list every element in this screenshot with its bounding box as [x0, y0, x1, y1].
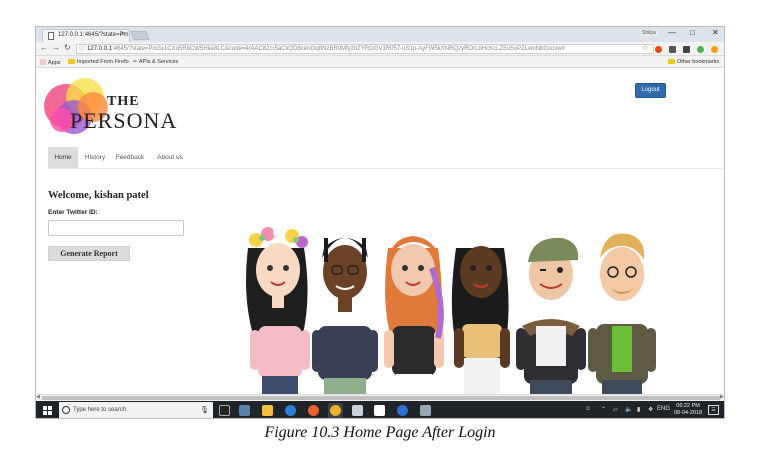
bookmarks-bar: Apps Imported From Firefo •• APIs & Servi… [36, 56, 724, 68]
nav-divider [48, 168, 724, 169]
action-center-icon[interactable]: ☰ [708, 405, 719, 415]
url-path: :4645/?state=Pm3x1CXu5RbCW5Hke8LC&code=4… [112, 46, 565, 52]
opera-extension-icon[interactable] [655, 46, 662, 53]
avatar-3 [384, 236, 444, 394]
welcome-heading: Welcome, kishan patel [48, 190, 149, 201]
tray-chevron-up-icon[interactable]: ⌃ [601, 406, 606, 413]
browser-tab[interactable]: 127.0.0.1:4645/?state=Pm × [42, 29, 130, 42]
green-extension-icon[interactable] [697, 46, 704, 53]
browser-tab-title: 127.0.0.1:4645/?state=Pm [58, 32, 129, 38]
scroll-left-arrow-icon[interactable]: ◀ [36, 394, 40, 400]
store-icon[interactable] [262, 405, 273, 416]
tray-battery-icon[interactable]: ▮ [637, 406, 640, 413]
avatar-5 [516, 237, 586, 394]
explorer-icon[interactable] [239, 405, 250, 416]
windows-start-icon[interactable] [43, 406, 52, 415]
reload-icon[interactable]: ↻ [64, 43, 71, 52]
bookmark-apis[interactable]: •• APIs & Services [133, 59, 178, 65]
screenshot-frame: 127.0.0.1:4645/?state=Pm × Shilpa — □ ✕ … [35, 26, 725, 419]
microphone-icon[interactable]: 🎙 [200, 402, 209, 418]
persona-logo[interactable]: THE PERSONA [42, 78, 176, 136]
scroll-thumb[interactable] [42, 396, 720, 400]
notepad-icon[interactable] [374, 405, 385, 416]
taskbar-clock[interactable]: 06:22 PM 08-04-2018 [674, 403, 702, 417]
generate-report-button[interactable]: Generate Report [48, 246, 130, 261]
tray-people-icon[interactable]: ☺ [585, 406, 591, 412]
windows-taskbar: Type here to search 🎙 ☺ ⌃ ▱ 🔈 ▮ ❖ ENG 06… [36, 401, 724, 418]
avatar-4 [451, 246, 510, 394]
logout-button[interactable]: Logout [635, 83, 666, 98]
page-icon [48, 32, 54, 40]
nav-home[interactable]: Home [48, 147, 78, 168]
back-arrow-icon[interactable]: ← [40, 43, 48, 52]
api-icon: •• [133, 59, 137, 65]
tray-language[interactable]: ENG [657, 406, 670, 412]
new-tab-button[interactable] [130, 31, 150, 40]
shield-extension-icon[interactable] [669, 46, 676, 53]
task-view-icon[interactable] [219, 405, 230, 416]
browser-tab-strip: 127.0.0.1:4645/?state=Pm × Shilpa — □ ✕ [36, 27, 724, 42]
logo-persona-text: PERSONA [70, 108, 178, 133]
blue-app-icon[interactable] [397, 405, 408, 416]
clock-time: 06:22 PM [676, 403, 700, 409]
edge-icon[interactable] [285, 405, 296, 416]
avatar-6 [588, 233, 656, 394]
apps-grid-icon [40, 59, 46, 65]
bookmark-imported[interactable]: Imported From Firefo [68, 59, 129, 65]
bookmark-other[interactable]: Other bookmarks [668, 59, 719, 65]
web-page: THE PERSONA Logout Home History Feedback… [36, 68, 724, 394]
nav-feedback[interactable]: Feedback [112, 147, 148, 168]
nav-history[interactable]: History [82, 147, 108, 168]
forward-arrow-icon[interactable]: → [52, 43, 60, 52]
folder-icon [668, 59, 675, 64]
url-input[interactable]: ⓘ 127.0.0.1:4645/?state=Pm3x1CXu5RbCW5Hk… [76, 44, 654, 54]
info-icon: ⓘ [79, 46, 86, 52]
maximize-icon[interactable]: □ [690, 28, 695, 37]
mail-icon[interactable] [352, 405, 363, 416]
url-host: 127.0.0.1 [87, 46, 113, 52]
address-toolbar: ← → ↻ ⓘ 127.0.0.1:4645/?state=Pm3x1CXu5R… [36, 42, 724, 56]
nav-about-us[interactable]: About us [152, 147, 188, 168]
bookmark-apps[interactable]: Apps [40, 59, 61, 66]
photos-icon[interactable] [420, 405, 431, 416]
avatar-1 [246, 225, 310, 394]
minimize-icon[interactable]: — [668, 28, 676, 37]
close-window-icon[interactable]: ✕ [712, 28, 719, 37]
bookmark-star-icon[interactable]: ☆ [642, 44, 648, 52]
avatar-2 [312, 238, 378, 394]
taskbar-search-placeholder: Type here to search [73, 407, 127, 413]
cortana-icon [62, 406, 70, 414]
figure-caption: Figure 10.3 Home Page After Login [264, 424, 496, 441]
avatar-group-illustration [246, 225, 656, 394]
twitter-id-label: Enter Twitter ID: [48, 209, 98, 216]
firefox-icon[interactable] [308, 405, 319, 416]
chrome-icon[interactable] [330, 405, 341, 416]
horizontal-scrollbar[interactable]: ◀ ▶ [36, 394, 724, 401]
profile-name[interactable]: Shilpa [640, 30, 658, 36]
clock-date: 08-04-2018 [674, 410, 703, 416]
scroll-right-arrow-icon[interactable]: ▶ [720, 394, 724, 400]
twitter-id-input[interactable] [48, 220, 184, 236]
folder-icon [68, 59, 75, 64]
taskbar-search-input[interactable]: Type here to search 🎙 [59, 402, 213, 418]
orange-extension-icon[interactable] [711, 46, 718, 53]
tray-volume-icon[interactable]: 🔈 [625, 406, 632, 413]
tray-network-icon[interactable]: ▱ [613, 406, 618, 413]
close-tab-icon[interactable]: × [121, 31, 125, 38]
tray-dropbox-icon[interactable]: ❖ [648, 406, 653, 413]
pocket-extension-icon[interactable] [683, 46, 690, 53]
